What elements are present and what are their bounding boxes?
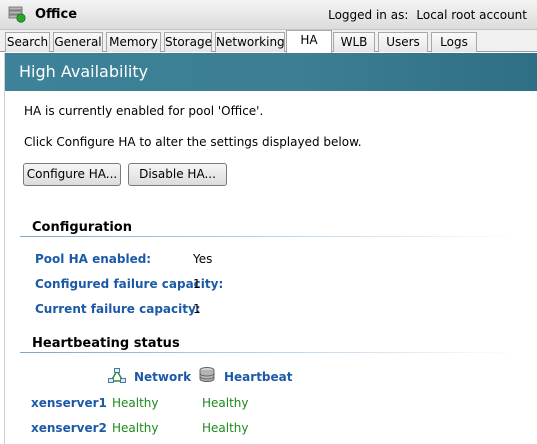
tab-search[interactable]: Search [5,32,50,52]
current-failure-capacity-label: Current failure capacity: [35,302,201,316]
configuration-divider [20,236,520,237]
host-heartbeat-status: Healthy [202,396,249,410]
tab-users[interactable]: Users [378,32,428,52]
tab-general[interactable]: General [53,32,103,52]
logged-in-user: Local root account [416,8,527,22]
configuration-heading: Configuration [32,220,132,235]
ha-status-text: HA is currently enabled for pool 'Office… [24,104,264,118]
page-header: High Availability [5,53,537,91]
disable-ha-button[interactable]: Disable HA... [128,163,227,186]
login-status: Logged in as: Local root account [328,8,527,22]
logged-in-label: Logged in as: [328,8,409,22]
heartbeating-heading: Heartbeating status [32,336,180,351]
pool-ha-enabled-value: Yes [193,252,213,266]
current-failure-capacity-value: 1 [193,302,201,316]
heartbeating-divider [20,352,520,353]
ha-hint-text: Click Configure HA to alter the settings… [24,135,362,149]
storage-icon [199,367,215,382]
network-column-header: Network [134,370,192,384]
host-network-status: Healthy [112,396,159,410]
heartbeat-column-header: Heartbeat [224,370,293,384]
tab-strip: Search General Memory Storage Networking… [0,30,537,53]
tab-memory[interactable]: Memory [106,32,161,52]
tab-wlb[interactable]: WLB [333,32,375,52]
network-icon [108,368,126,383]
host-network-status: Healthy [112,421,159,435]
left-border [0,53,5,444]
page-title: High Availability [19,62,149,81]
host-name[interactable]: xenserver1 [31,396,107,410]
tab-ha[interactable]: HA [286,30,332,53]
host-name[interactable]: xenserver2 [31,421,107,435]
pool-icon [8,6,26,23]
pool-ha-enabled-label: Pool HA enabled: [35,252,152,266]
pool-title: Office [35,7,78,22]
configure-ha-button[interactable]: Configure HA... [23,163,121,186]
tab-storage[interactable]: Storage [164,32,212,52]
configured-failure-capacity-value: 1 [193,277,201,291]
tab-networking[interactable]: Networking [215,32,285,52]
title-bar: Office Logged in as: Local root account [0,0,537,30]
host-heartbeat-status: Healthy [202,421,249,435]
tab-logs[interactable]: Logs [431,32,477,52]
